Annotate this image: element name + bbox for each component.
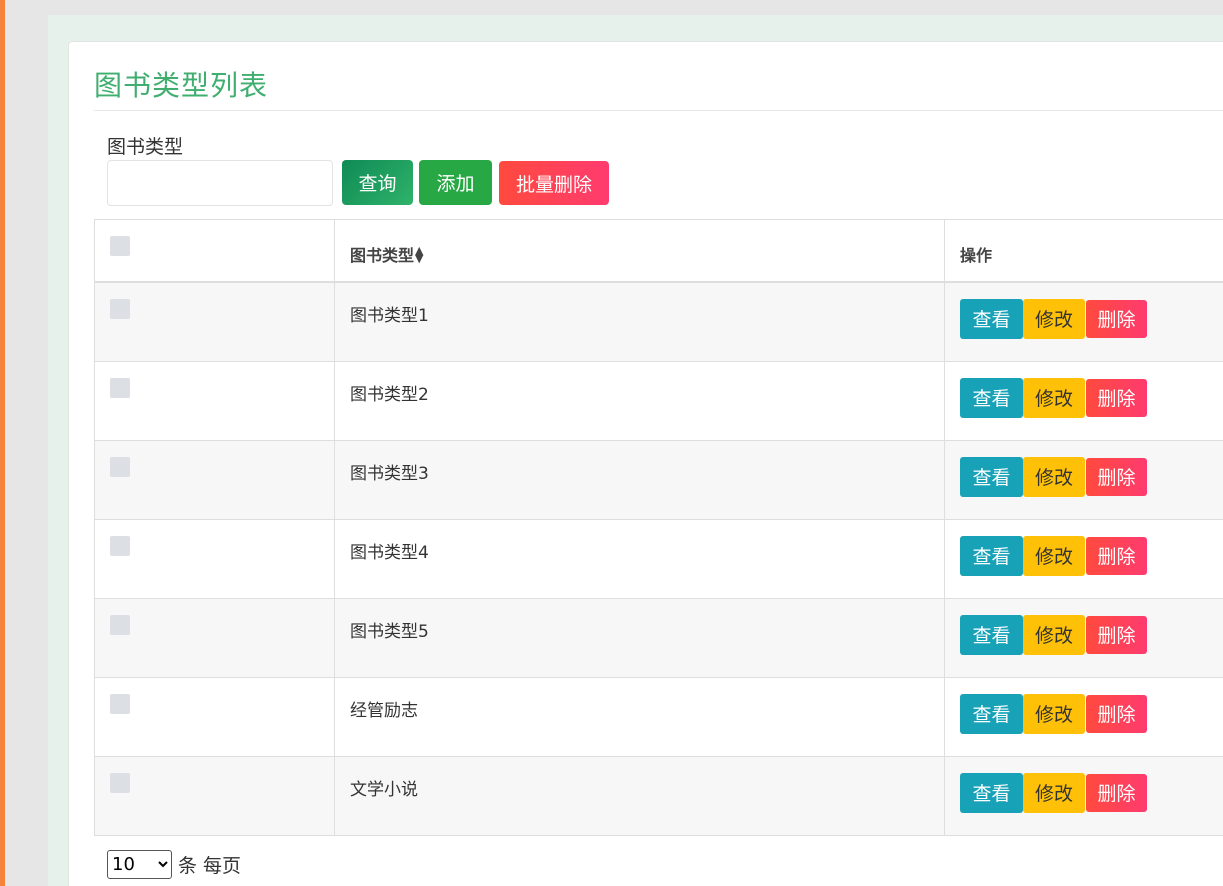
table-row: 文学小说 查看 修改 删除 xyxy=(94,755,1223,836)
edit-button[interactable]: 修改 xyxy=(1023,693,1085,734)
edit-button[interactable]: 修改 xyxy=(1023,298,1085,339)
delete-button[interactable]: 删除 xyxy=(1086,615,1147,654)
row-checkbox[interactable] xyxy=(110,456,130,477)
table-row: 经管励志 查看 修改 删除 xyxy=(94,676,1223,757)
actions-cell: 查看 修改 删除 xyxy=(944,755,1223,836)
book-type-cell: 图书类型5 xyxy=(334,597,945,678)
table-row: 图书类型3 查看 修改 删除 xyxy=(94,439,1223,520)
actions-header-label: 操作 xyxy=(960,246,993,265)
table-row: 图书类型4 查看 修改 删除 xyxy=(94,518,1223,599)
edit-button[interactable]: 修改 xyxy=(1023,535,1085,576)
row-select-cell xyxy=(94,676,335,757)
actions-cell: 查看 修改 删除 xyxy=(944,518,1223,599)
list-card: 图书类型列表 图书类型 查询 添加 批量删除 图书类型▲ ▼ 操作 图书类型1 查看… xyxy=(68,41,1223,886)
edit-button[interactable]: 修改 xyxy=(1023,456,1085,497)
query-button[interactable]: 查询 xyxy=(342,160,413,205)
actions-cell: 查看 修改 删除 xyxy=(944,360,1223,441)
row-select-cell xyxy=(94,755,335,836)
row-select-cell xyxy=(94,360,335,441)
row-checkbox[interactable] xyxy=(110,772,130,793)
table-header-row: 图书类型▲ ▼ 操作 xyxy=(94,219,1223,283)
row-select-cell xyxy=(94,518,335,599)
select-all-checkbox[interactable] xyxy=(110,236,130,256)
view-button[interactable]: 查看 xyxy=(960,535,1023,576)
row-select-cell xyxy=(94,439,335,520)
page-size-select[interactable]: 10 xyxy=(107,850,172,879)
actions-cell: 查看 修改 删除 xyxy=(944,676,1223,757)
title-divider xyxy=(94,110,1223,111)
select-all-header xyxy=(94,219,335,283)
delete-button[interactable]: 删除 xyxy=(1086,773,1147,812)
table-row: 图书类型1 查看 修改 删除 xyxy=(94,281,1223,362)
row-checkbox[interactable] xyxy=(110,614,130,635)
actions-header: 操作 xyxy=(944,219,1223,283)
delete-button[interactable]: 删除 xyxy=(1086,457,1147,496)
add-button[interactable]: 添加 xyxy=(419,160,492,205)
search-label: 图书类型 xyxy=(107,136,184,158)
search-input[interactable] xyxy=(107,160,333,206)
book-type-text: 经管励志 xyxy=(350,700,418,721)
delete-button[interactable]: 删除 xyxy=(1086,694,1147,733)
book-type-text: 图书类型3 xyxy=(350,463,429,484)
row-checkbox[interactable] xyxy=(110,693,130,714)
page-size-suffix: 条 每页 xyxy=(178,855,242,877)
edit-button[interactable]: 修改 xyxy=(1023,772,1085,813)
book-type-text: 文学小说 xyxy=(350,779,418,800)
book-type-cell: 图书类型3 xyxy=(334,439,945,520)
actions-cell: 查看 修改 删除 xyxy=(944,281,1223,362)
book-type-cell: 经管励志 xyxy=(334,676,945,757)
row-checkbox[interactable] xyxy=(110,298,130,319)
view-button[interactable]: 查看 xyxy=(960,693,1023,734)
view-button[interactable]: 查看 xyxy=(960,456,1023,497)
delete-button[interactable]: 删除 xyxy=(1086,299,1147,338)
view-button[interactable]: 查看 xyxy=(960,377,1023,418)
actions-cell: 查看 修改 删除 xyxy=(944,439,1223,520)
row-checkbox[interactable] xyxy=(110,535,130,556)
delete-button[interactable]: 删除 xyxy=(1086,378,1147,417)
batch-delete-button[interactable]: 批量删除 xyxy=(499,161,609,205)
view-button[interactable]: 查看 xyxy=(960,772,1023,813)
book-type-cell: 图书类型1 xyxy=(334,281,945,362)
left-accent-bar xyxy=(0,0,5,886)
table-row: 图书类型5 查看 修改 删除 xyxy=(94,597,1223,678)
book-type-cell: 图书类型2 xyxy=(334,360,945,441)
book-type-table: 图书类型▲ ▼ 操作 图书类型1 查看 修改 删除 图书类型2 查看 修改 删除 图书类型3 查看修… xyxy=(94,219,1223,836)
book-type-text: 图书类型4 xyxy=(350,542,429,563)
edit-button[interactable]: 修改 xyxy=(1023,377,1085,418)
row-checkbox[interactable] xyxy=(110,377,130,398)
view-button[interactable]: 查看 xyxy=(960,614,1023,655)
book-type-text: 图书类型1 xyxy=(350,305,429,326)
view-button[interactable]: 查看 xyxy=(960,298,1023,339)
book-type-cell: 图书类型4 xyxy=(334,518,945,599)
delete-button[interactable]: 删除 xyxy=(1086,536,1147,575)
row-select-cell xyxy=(94,281,335,362)
actions-cell: 查看 修改 删除 xyxy=(944,597,1223,678)
book-type-header[interactable]: 图书类型▲ ▼ xyxy=(334,219,945,283)
sort-icon[interactable]: ▲ ▼ xyxy=(415,245,423,264)
table-row: 图书类型2 查看 修改 删除 xyxy=(94,360,1223,441)
edit-button[interactable]: 修改 xyxy=(1023,614,1085,655)
book-type-header-label: 图书类型 xyxy=(350,246,415,265)
book-type-text: 图书类型2 xyxy=(350,384,429,405)
book-type-cell: 文学小说 xyxy=(334,755,945,836)
book-type-text: 图书类型5 xyxy=(350,621,429,642)
pagination: 10 条 每页 xyxy=(107,850,241,879)
row-select-cell xyxy=(94,597,335,678)
page-title: 图书类型列表 xyxy=(94,69,269,102)
